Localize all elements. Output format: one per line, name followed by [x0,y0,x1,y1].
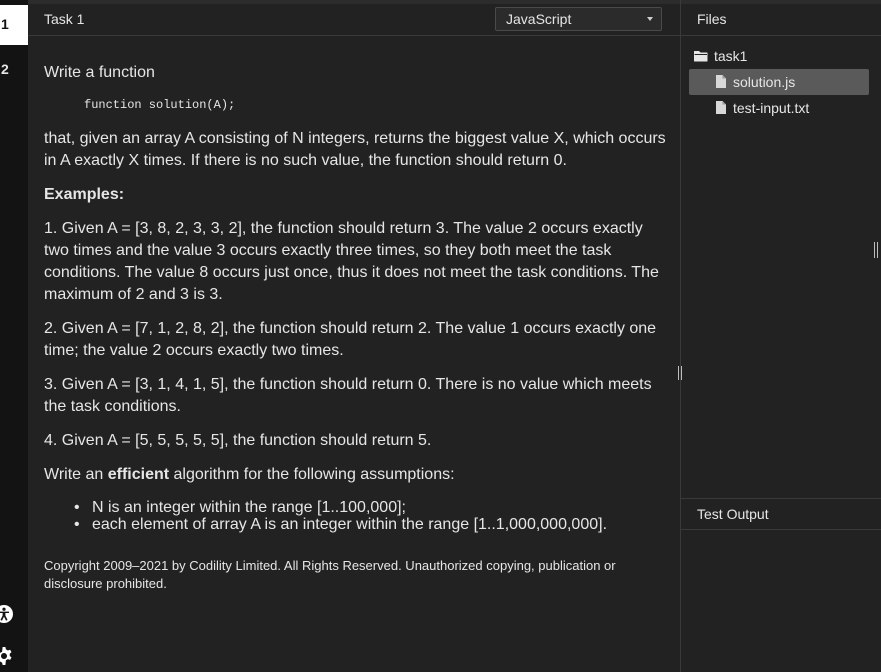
assumptions-list: N is an integer within the range [1..100… [74,499,668,533]
assumptions-intro-suffix: algorithm for the following assumptions: [169,466,455,483]
test-output-title: Test Output [697,506,769,522]
file-item-solution[interactable]: solution.js [689,69,869,95]
example-item: 1. Given A = [3, 8, 2, 3, 3, 2], the fun… [44,220,659,303]
accessibility-icon[interactable] [0,604,14,624]
file-name: test-input.txt [733,100,810,116]
example-item: 2. Given A = [7, 1, 2, 8, 2], the functi… [44,320,657,359]
task-header: Task 1 JavaScript [28,4,680,36]
example-item: 4. Given A = [5, 5, 5, 5, 5], the functi… [44,432,432,449]
task-tab-label: 1 [1,16,9,32]
panel-resize-handle[interactable] [873,242,879,258]
files-panel-title: Files [697,11,727,27]
assumptions-intro: Write an efficient algorithm for the fol… [44,464,668,486]
assumptions-intro-emphasis: efficient [107,466,170,483]
chevron-down-icon [647,17,653,21]
file-icon [716,101,726,114]
task-tab-label: 2 [1,61,9,77]
files-panel-header: Files [681,4,881,36]
task-tab-2[interactable]: 2 [0,50,28,90]
assumptions-intro-prefix: Write an [44,466,108,483]
file-item-test-input[interactable]: test-input.txt [689,95,869,121]
task-description: Write a function function solution(A); t… [44,62,668,533]
example-item: 3. Given A = [3, 1, 4, 1, 5], the functi… [44,376,652,415]
assumption-item: each element of array A is an integer wi… [74,516,668,533]
examples-heading: Examples: [44,186,125,203]
function-signature: function solution(A); [84,98,236,112]
test-output-header: Test Output [681,499,881,530]
language-select-value: JavaScript [506,11,572,27]
assumption-item: N is an integer within the range [1..100… [74,499,668,516]
folder-name: task1 [714,48,748,64]
copyright-notice: Copyright 2009–2021 by Codility Limited.… [44,558,616,591]
task-tab-1[interactable]: 1 [0,5,28,45]
task-rail: 1 2 [0,0,28,672]
task-title: Task 1 [44,11,85,27]
file-name: solution.js [733,74,796,90]
file-icon [716,75,726,88]
language-select[interactable]: JavaScript [495,7,662,31]
task-statement: that, given an array A consisting of N i… [44,130,666,169]
gear-icon[interactable] [0,646,14,666]
task-intro: Write a function [44,64,155,81]
folder-icon [694,51,708,62]
pane-divider [680,0,681,672]
pane-resize-handle[interactable] [677,366,683,380]
